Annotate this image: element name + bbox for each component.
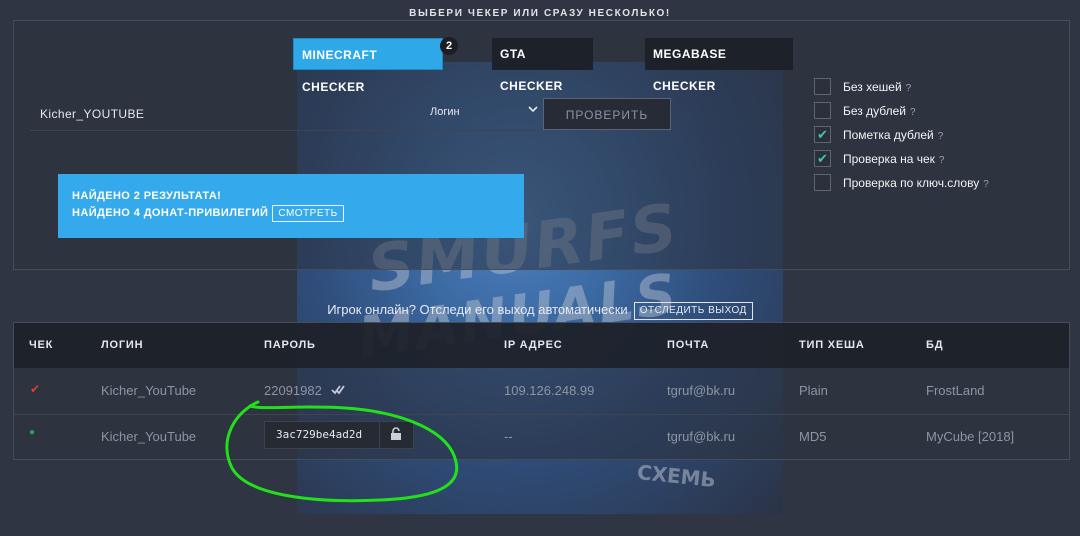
checkbox[interactable]: ✔ — [814, 150, 831, 167]
checkbox[interactable] — [814, 78, 831, 95]
donate-count-text: НАЙДЕНО 4 ДОНАТ-ПРИВИЛЕГИЙ — [72, 207, 269, 219]
option-label: Без дублей — [843, 104, 906, 118]
hash-value: 3ac729be4ad2d — [276, 428, 363, 441]
ip-cell: -- — [504, 429, 513, 444]
track-online-row: Игрок онлайн? Отследи его выход автомати… — [0, 302, 1080, 320]
login-cell: Kicher_YouTube — [101, 429, 197, 444]
option-label: Без хешей — [843, 80, 902, 94]
column-header[interactable]: ПАРОЛЬ — [264, 339, 316, 351]
results-count-text: НАЙДЕНО 2 РЕЗУЛЬТАТА! — [72, 190, 222, 202]
check-status-icon: ✔ — [30, 382, 41, 396]
results-alert: НАЙДЕНО 2 РЕЗУЛЬТАТА! НАЙДЕНО 4 ДОНАТ-ПР… — [58, 174, 524, 238]
unlock-icon[interactable] — [389, 427, 403, 441]
double-check-icon — [328, 385, 345, 398]
chevron-down-icon[interactable] — [528, 103, 538, 117]
hash-field[interactable]: 3ac729be4ad2d — [264, 421, 414, 449]
checkbox[interactable] — [814, 102, 831, 119]
hash-type-cell: Plain — [799, 383, 828, 398]
column-header[interactable]: ТИП ХЕША — [799, 339, 865, 351]
column-header[interactable]: ЧЕК — [29, 339, 53, 351]
help-icon[interactable]: ? — [906, 83, 912, 94]
help-icon[interactable]: ? — [939, 155, 945, 166]
check-status-icon: ● — [29, 427, 36, 438]
selected-count-badge: 2 — [440, 37, 458, 55]
checkmark-icon: ✔ — [817, 151, 828, 166]
email-cell: tgruf@bk.ru — [667, 383, 736, 398]
email-cell: tgruf@bk.ru — [667, 429, 736, 444]
column-header[interactable]: ЛОГИН — [101, 339, 143, 351]
gta-checker-button[interactable]: GTA CHECKER — [492, 38, 593, 93]
password-cell: 22091982 — [264, 383, 345, 398]
page-heading: ВЫБЕРИ ЧЕКЕР ИЛИ СРАЗУ НЕСКОЛЬКО! — [409, 8, 671, 19]
login-cell: Kicher_YouTube — [101, 383, 197, 398]
hash-type-cell: MD5 — [799, 429, 827, 444]
minecraft-checker-button[interactable]: MINECRAFT CHECKER — [293, 38, 443, 94]
search-row: Логин — [30, 98, 540, 131]
option-label: Пометка дублей — [843, 128, 934, 142]
column-header[interactable]: БД — [926, 339, 943, 351]
results-table: ЧЕК ЛОГИН ПАРОЛЬ IP АДРЕС ПОЧТА ТИП ХЕША… — [13, 322, 1070, 460]
table-row[interactable]: ● Kicher_YouTube 3ac729be4ad2d -- tgruf@… — [14, 414, 1069, 460]
column-header[interactable]: ПОЧТА — [667, 339, 709, 351]
check-button[interactable]: ПРОВЕРИТЬ — [543, 98, 671, 130]
table-header: ЧЕК ЛОГИН ПАРОЛЬ IP АДРЕС ПОЧТА ТИП ХЕША… — [14, 323, 1069, 368]
checkbox[interactable]: ✔ — [814, 126, 831, 143]
track-prompt-text: Игрок онлайн? Отследи его выход автомати… — [327, 302, 628, 317]
database-cell: FrostLand — [926, 383, 985, 398]
column-header[interactable]: IP АДРЕС — [504, 339, 562, 351]
track-exit-button[interactable]: ОТСЛЕДИТЬ ВЫХОД — [633, 302, 753, 320]
watermark-corner: СХЕМЬ — [635, 459, 717, 493]
help-icon[interactable]: ? — [910, 107, 916, 118]
checkmark-icon: ✔ — [817, 127, 828, 142]
table-row[interactable]: ✔ Kicher_YouTube 22091982 109.126.248.99… — [14, 368, 1069, 415]
checkbox[interactable] — [814, 174, 831, 191]
view-button[interactable]: СМОТРЕТЬ — [272, 205, 344, 222]
help-icon[interactable]: ? — [983, 179, 989, 190]
option-label: Проверка на чек — [843, 152, 935, 166]
ip-cell: 109.126.248.99 — [504, 383, 595, 398]
login-search-input[interactable] — [30, 98, 402, 130]
search-type-select[interactable]: Логин — [430, 106, 460, 118]
password-value: 22091982 — [264, 383, 322, 398]
option-label: Проверка по ключ.слову — [843, 176, 980, 190]
help-icon[interactable]: ? — [938, 131, 944, 142]
database-cell: MyCube [2018] — [926, 429, 1015, 444]
megabase-checker-button[interactable]: MEGABASE CHECKER — [645, 38, 793, 93]
